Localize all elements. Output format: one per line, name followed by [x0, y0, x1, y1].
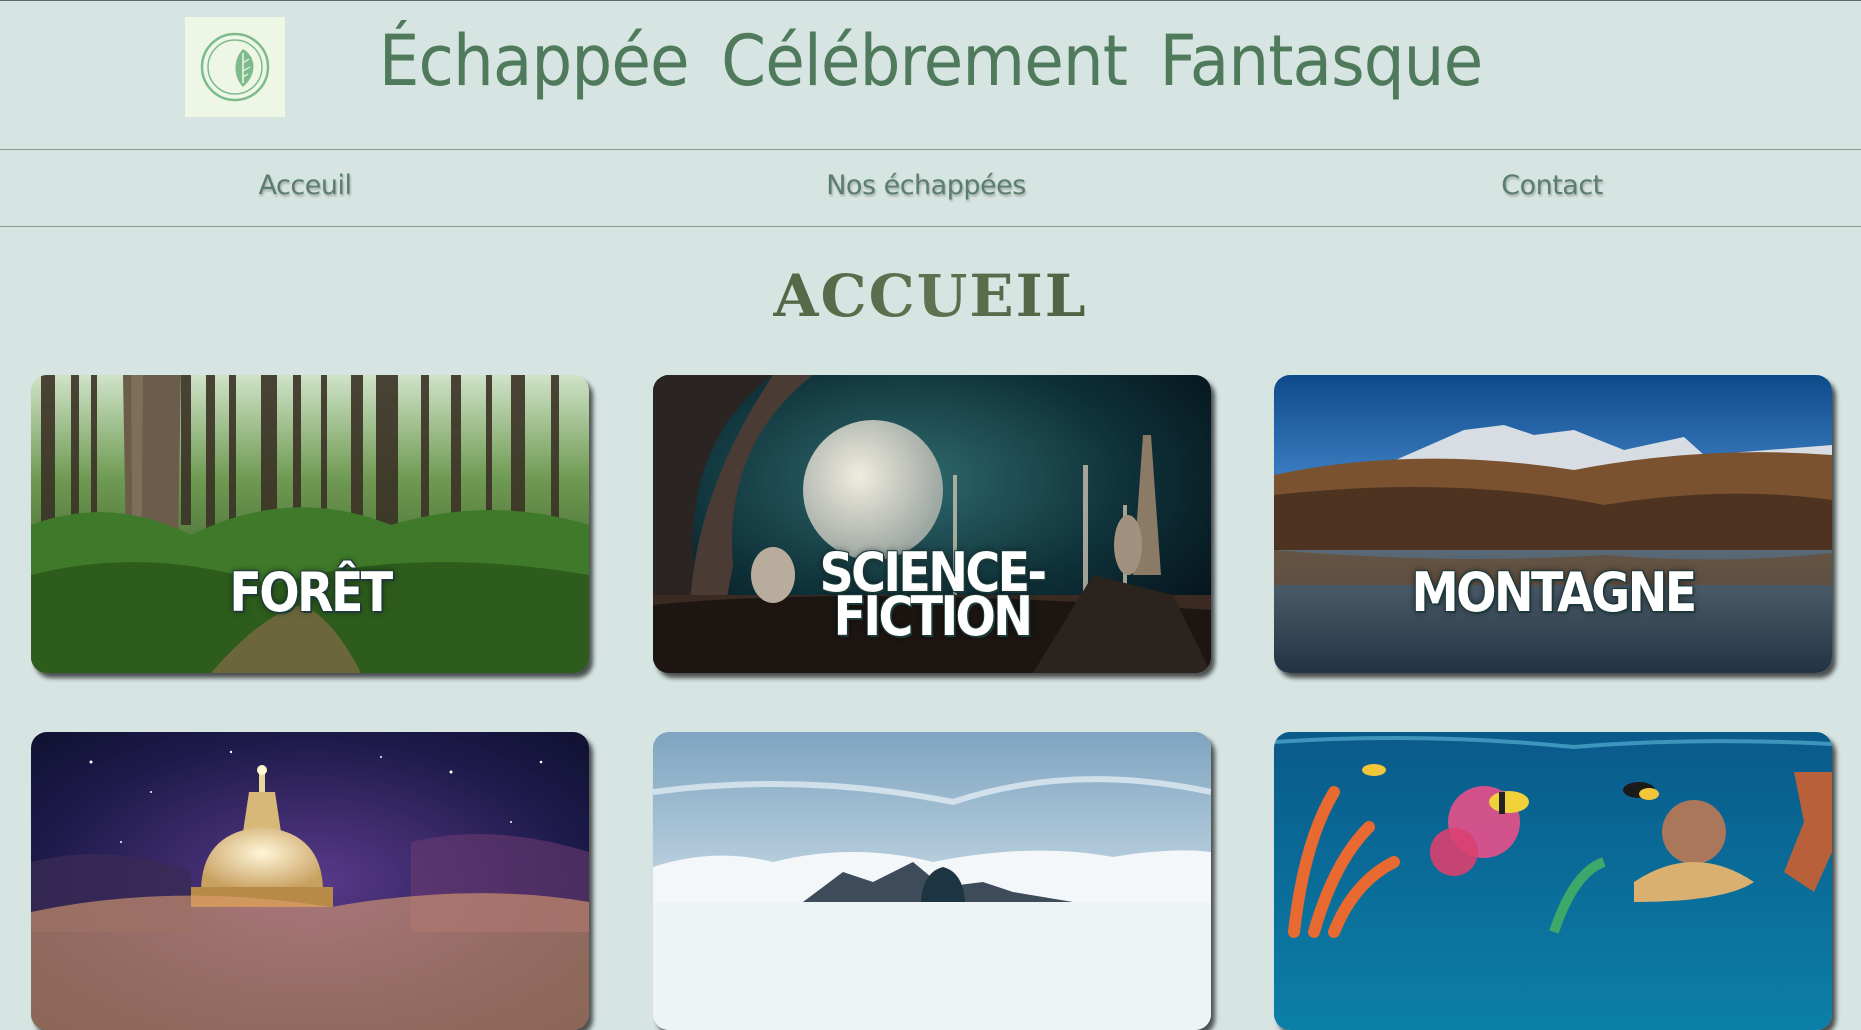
card-fantasy[interactable]	[31, 732, 589, 1030]
card-montagne[interactable]: MONTAGNE	[1274, 375, 1832, 673]
card-neige[interactable]	[653, 732, 1211, 1030]
nav-item-contact[interactable]: Contact	[1501, 170, 1603, 201]
card-science-fiction-label-line2: FICTION	[833, 585, 1033, 648]
card-foret[interactable]: FORÊT	[31, 375, 589, 673]
forest-image	[31, 375, 589, 673]
nav-item-accueil[interactable]: Acceuil	[259, 170, 352, 201]
card-ocean[interactable]	[1274, 732, 1832, 1030]
main-nav: Acceuil Nos échappées Contact	[0, 149, 1861, 227]
card-science-fiction-label: SCIENCE- FICTION	[686, 546, 1177, 648]
mountain-image	[1274, 375, 1832, 673]
nav-item-nos-echappees[interactable]: Nos échappées	[826, 170, 1026, 201]
card-montagne-label: MONTAGNE	[1411, 561, 1697, 624]
page-title: ACCUEIL	[0, 262, 1861, 330]
card-science-fiction[interactable]: SCIENCE- FICTION	[653, 375, 1211, 673]
snow-hiker-image	[653, 732, 1211, 1030]
fantasy-dome-image	[31, 732, 589, 1030]
coral-reef-image	[1274, 732, 1832, 1030]
card-foret-label: FORÊT	[229, 561, 393, 624]
site-title: Échappée Célébrement Fantasque	[378, 20, 1483, 102]
site-header: Échappée Célébrement Fantasque	[0, 0, 1861, 149]
